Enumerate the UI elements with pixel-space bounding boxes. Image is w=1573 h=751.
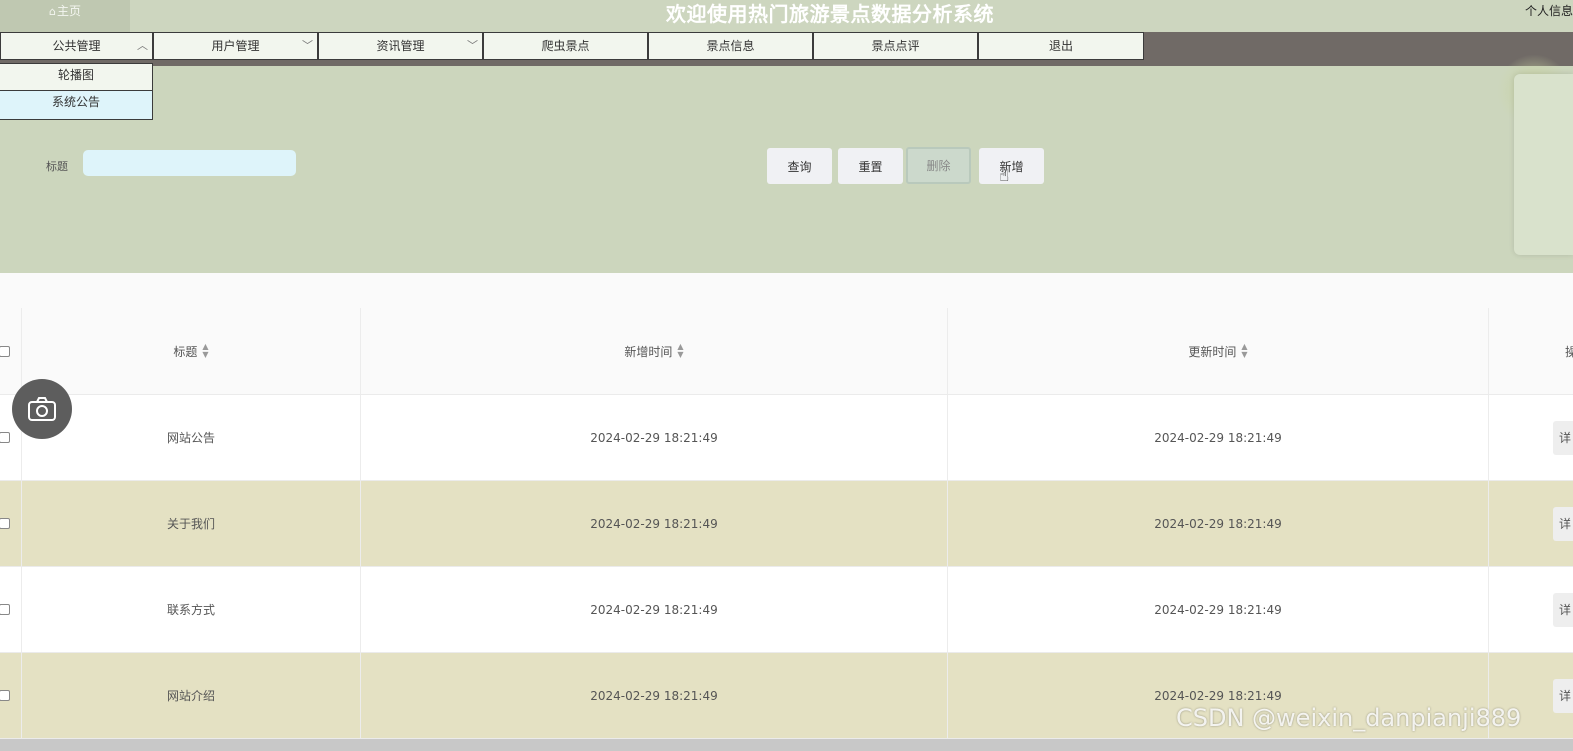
watermark: CSDN @weixin_danpianji889 bbox=[1176, 704, 1522, 732]
sort-icon[interactable]: ▲ ▼ bbox=[202, 343, 208, 359]
chevron-down-icon: ﹀ bbox=[467, 39, 478, 52]
side-panel bbox=[1514, 74, 1573, 255]
table-row: 联系方式 2024-02-29 18:21:49 2024-02-29 18:2… bbox=[0, 567, 1573, 653]
search-title-input[interactable] bbox=[83, 150, 296, 176]
home-tab-label: 主页 bbox=[56, 4, 81, 18]
cell-title: 关于我们 bbox=[22, 481, 361, 566]
column-header-label: 更新时间 bbox=[1188, 344, 1237, 359]
add-button[interactable]: 新增 bbox=[979, 148, 1044, 184]
table-row: 网站公告 2024-02-29 18:21:49 2024-02-29 18:2… bbox=[0, 395, 1573, 481]
hand-pointer-icon: ☝ bbox=[999, 166, 1010, 186]
cell-actions: 详 bbox=[1489, 395, 1573, 480]
detail-button[interactable]: 详 bbox=[1553, 420, 1573, 455]
home-tab[interactable]: ⌂主页 bbox=[0, 0, 130, 32]
nav-item-logout[interactable]: 退出 bbox=[978, 32, 1144, 60]
column-header-label: 操 bbox=[1564, 344, 1573, 359]
cell-updated-time: 2024-02-29 18:21:49 bbox=[948, 567, 1489, 652]
column-header-label: 标题 bbox=[173, 344, 198, 359]
column-header-label: 新增时间 bbox=[624, 344, 673, 359]
column-header-added-time[interactable]: 新增时间 ▲ ▼ bbox=[361, 308, 948, 394]
column-header-title[interactable]: 标题 ▲ ▼ bbox=[22, 308, 361, 394]
table-toolbar-strip bbox=[0, 273, 1573, 308]
row-checkbox-cell bbox=[0, 653, 22, 738]
reset-button[interactable]: 重置 bbox=[838, 148, 903, 184]
profile-link[interactable]: 个人信息 bbox=[1525, 0, 1573, 24]
cell-updated-time: 2024-02-29 18:21:49 bbox=[948, 395, 1489, 480]
nav-item-user-management[interactable]: 用户管理 ﹀ bbox=[153, 32, 318, 60]
notice-table: 标题 ▲ ▼ 新增时间 ▲ ▼ 更新时间 ▲ ▼ 操 网站公告 2024-02-29 18:… bbox=[0, 308, 1573, 739]
nav-bar: 公共管理 ︿ 用户管理 ﹀ 资讯管理 ﹀ 爬虫景点 景点信息 景点点评 退出 bbox=[0, 32, 1573, 66]
screenshot-button[interactable] bbox=[12, 379, 72, 439]
delete-button[interactable]: 删除 bbox=[906, 147, 971, 184]
chevron-down-icon: ﹀ bbox=[302, 39, 313, 52]
nav-item-news-management[interactable]: 资讯管理 ﹀ bbox=[318, 32, 483, 60]
select-all-checkbox[interactable] bbox=[0, 345, 10, 357]
nav-item-public-management[interactable]: 公共管理 ︿ bbox=[0, 32, 153, 60]
table-header-row: 标题 ▲ ▼ 新增时间 ▲ ▼ 更新时间 ▲ ▼ 操 bbox=[0, 308, 1573, 395]
cell-added-time: 2024-02-29 18:21:49 bbox=[361, 395, 948, 480]
detail-button[interactable]: 详 bbox=[1553, 506, 1573, 541]
table-row: 关于我们 2024-02-29 18:21:49 2024-02-29 18:2… bbox=[0, 481, 1573, 567]
header-checkbox-cell bbox=[0, 308, 22, 394]
nav-item-label: 公共管理 bbox=[52, 39, 101, 53]
row-checkbox-cell bbox=[0, 567, 22, 652]
app-title: 欢迎使用热门旅游景点数据分析系统 bbox=[666, 2, 994, 26]
nav-item-label: 用户管理 bbox=[211, 39, 260, 53]
nav-item-spot-reviews[interactable]: 景点点评 bbox=[813, 32, 978, 60]
top-bar: ⌂主页 欢迎使用热门旅游景点数据分析系统 个人信息 bbox=[0, 0, 1573, 32]
row-checkbox[interactable] bbox=[0, 604, 10, 615]
nav-item-label: 资讯管理 bbox=[376, 39, 425, 53]
query-button[interactable]: 查询 bbox=[767, 148, 832, 184]
camera-icon bbox=[28, 397, 56, 421]
horizontal-scrollbar[interactable] bbox=[0, 739, 1573, 751]
nav-item-spot-info[interactable]: 景点信息 bbox=[648, 32, 813, 60]
public-management-dropdown: 轮播图 系统公告 bbox=[0, 63, 153, 120]
sort-icon[interactable]: ▲ ▼ bbox=[677, 343, 683, 359]
sort-icon[interactable]: ▲ ▼ bbox=[1241, 343, 1247, 359]
nav-item-crawler-spots[interactable]: 爬虫景点 bbox=[483, 32, 648, 60]
column-header-actions: 操 bbox=[1489, 308, 1573, 394]
row-checkbox-cell bbox=[0, 481, 22, 566]
detail-button[interactable]: 详 bbox=[1553, 592, 1573, 627]
cell-title: 网站介绍 bbox=[22, 653, 361, 738]
row-checkbox[interactable] bbox=[0, 432, 10, 443]
cell-title: 联系方式 bbox=[22, 567, 361, 652]
cell-added-time: 2024-02-29 18:21:49 bbox=[361, 567, 948, 652]
row-checkbox[interactable] bbox=[0, 518, 10, 529]
detail-button[interactable]: 详 bbox=[1553, 678, 1573, 713]
dropdown-item-system-notice[interactable]: 系统公告 bbox=[0, 91, 153, 120]
home-icon: ⌂ bbox=[49, 5, 56, 18]
search-title-label: 标题 bbox=[46, 160, 68, 173]
cell-added-time: 2024-02-29 18:21:49 bbox=[361, 481, 948, 566]
dropdown-item-carousel[interactable]: 轮播图 bbox=[0, 63, 153, 91]
cell-actions: 详 bbox=[1489, 481, 1573, 566]
column-header-updated-time[interactable]: 更新时间 ▲ ▼ bbox=[948, 308, 1489, 394]
cell-actions: 详 bbox=[1489, 567, 1573, 652]
cell-title: 网站公告 bbox=[22, 395, 361, 480]
chevron-up-icon: ︿ bbox=[137, 39, 148, 52]
cell-added-time: 2024-02-29 18:21:49 bbox=[361, 653, 948, 738]
cell-updated-time: 2024-02-29 18:21:49 bbox=[948, 481, 1489, 566]
row-checkbox[interactable] bbox=[0, 690, 10, 701]
